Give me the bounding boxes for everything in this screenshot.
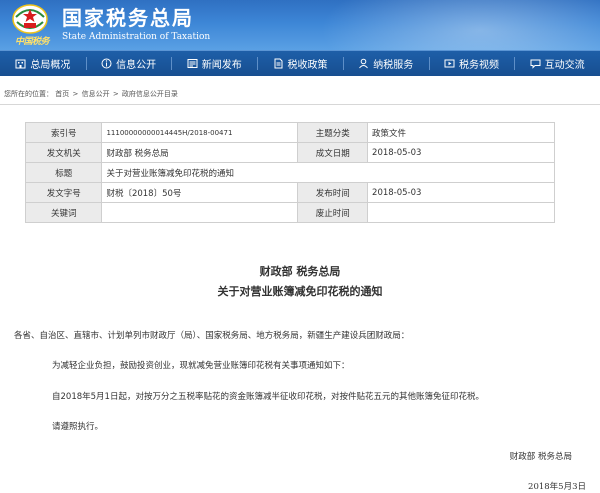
docno-value: 财税〔2018〕50号 <box>101 182 299 203</box>
breadcrumb-divider <box>0 104 600 105</box>
site-header: 中国税务 国家税务总局 State Administration of Taxa… <box>0 0 600 50</box>
nav-item-overview[interactable]: 总局概况 <box>0 51 86 76</box>
breadcrumb-separator: > <box>112 90 119 98</box>
abolish-value <box>367 202 555 223</box>
building-icon <box>15 59 26 69</box>
video-icon <box>444 59 455 68</box>
chat-icon <box>530 59 541 69</box>
breadcrumb-link-catalog[interactable]: 政府信息公开目录 <box>122 90 178 98</box>
nav-label: 税收政策 <box>287 60 328 71</box>
main-nav: 总局概况 信息公开 新闻发布 税收政策 纳税服务 税务视频 互动交流 <box>0 50 600 76</box>
nav-item-policy[interactable]: 税收政策 <box>257 51 343 76</box>
document-meta-table: 索引号 11100000000014445H/2018-00471 主题分类 政… <box>24 122 555 223</box>
nav-label: 互动交流 <box>544 60 585 71</box>
nav-item-video[interactable]: 税务视频 <box>428 51 515 76</box>
document-title: 关于对营业账簿减免印花税的通知 <box>217 285 383 298</box>
table-row: 关键词 废止时间 <box>24 202 555 223</box>
table-row: 索引号 11100000000014445H/2018-00471 主题分类 政… <box>24 122 555 143</box>
document-issuer: 财政部 税务总局 <box>259 265 341 278</box>
index-value: 11100000000014445H/2018-00471 <box>101 122 299 143</box>
table-row: 标题 关于对营业账簿减免印花税的通知 <box>24 162 555 183</box>
nav-item-interact[interactable]: 互动交流 <box>514 51 600 76</box>
pubdate-label: 发布时间 <box>297 182 369 203</box>
document-paragraph: 请遵照执行。 <box>52 422 104 432</box>
issuer-label: 发文机关 <box>24 142 103 163</box>
nav-label: 纳税服务 <box>373 60 414 71</box>
issuer-value: 财政部 税务总局 <box>101 142 299 163</box>
service-icon <box>359 58 369 69</box>
table-row: 发文机关 财政部 税务总局 成文日期 2018-05-03 <box>24 142 555 163</box>
site-title[interactable]: 国家税务总局 <box>62 5 194 31</box>
breadcrumb-separator: > <box>72 90 79 98</box>
document-paragraph: 各省、自治区、直辖市、计划单列市财政厅（局）、国家税务局、地方税务局，新疆生产建… <box>14 331 410 341</box>
policy-icon <box>274 58 283 69</box>
title-value: 关于对营业账簿减免印花税的通知 <box>101 162 555 183</box>
breadcrumb: 您所在的位置： 首页 > 信息公开 > 政府信息公开目录 <box>4 89 178 99</box>
index-label: 索引号 <box>24 122 103 143</box>
topic-value: 政策文件 <box>367 122 555 143</box>
header-glow <box>320 0 600 50</box>
document-paragraph: 为减轻企业负担，鼓励投资创业，现就减免营业账簿印花税有关事项通知如下： <box>52 361 350 371</box>
logo-tagline: 中国税务 <box>14 37 50 47</box>
nav-label: 总局概况 <box>30 60 71 71</box>
tax-emblem-icon[interactable] <box>10 3 50 35</box>
nav-label: 信息公开 <box>116 60 157 71</box>
breadcrumb-link-home[interactable]: 首页 <box>55 90 69 98</box>
nav-item-service[interactable]: 纳税服务 <box>342 51 429 76</box>
abolish-label: 废止时间 <box>297 202 369 223</box>
pubdate-value: 2018-05-03 <box>367 182 555 203</box>
breadcrumb-prefix: 您所在的位置： <box>4 90 53 98</box>
document-signature: 财政部 税务总局 <box>509 452 572 462</box>
nav-item-info[interactable]: 信息公开 <box>85 51 172 76</box>
keywords-value <box>101 202 299 223</box>
document-date: 2018年5月3日 <box>528 482 586 492</box>
table-row: 发文字号 财税〔2018〕50号 发布时间 2018-05-03 <box>24 182 555 203</box>
document-paragraph: 自2018年5月1日起，对按万分之五税率贴花的资金账簿减半征收印花税，对按件贴花… <box>52 392 484 402</box>
docno-label: 发文字号 <box>24 182 103 203</box>
nav-label: 新闻发布 <box>201 60 242 71</box>
date-label: 成文日期 <box>297 142 369 163</box>
topic-label: 主题分类 <box>297 122 369 143</box>
info-icon <box>101 58 112 69</box>
site-subtitle: State Administration of Taxation <box>62 32 211 42</box>
date-value: 2018-05-03 <box>367 142 555 163</box>
breadcrumb-link-info[interactable]: 信息公开 <box>82 90 110 98</box>
title-label: 标题 <box>24 162 103 183</box>
nav-label: 税务视频 <box>458 60 499 71</box>
keywords-label: 关键词 <box>24 202 103 223</box>
nav-item-news[interactable]: 新闻发布 <box>171 51 257 76</box>
news-icon <box>187 59 198 68</box>
